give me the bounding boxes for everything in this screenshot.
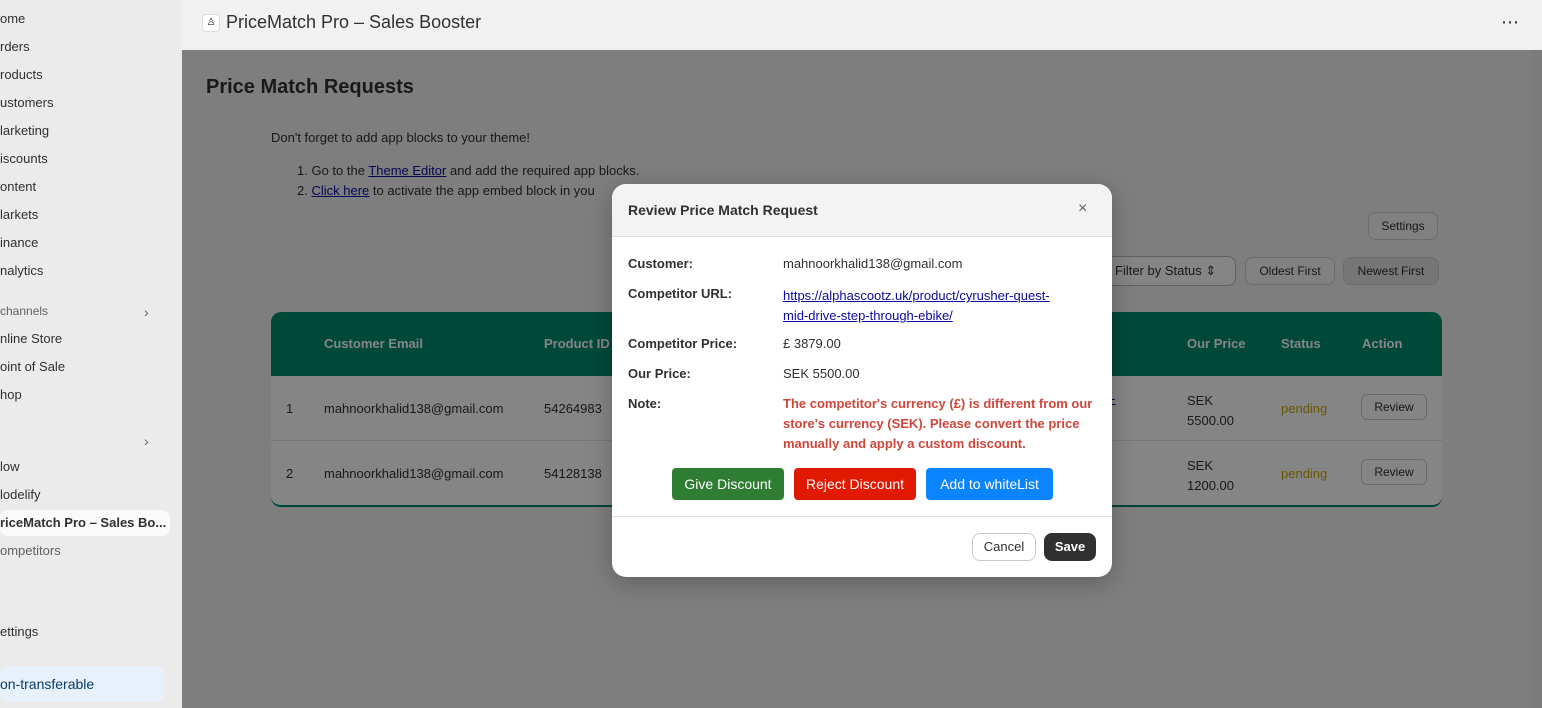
reject-discount-button[interactable]: Reject Discount: [794, 468, 916, 500]
app-title: PriceMatch Pro – Sales Booster: [226, 12, 482, 32]
sidebar-item-marketing[interactable]: larketing: [0, 119, 170, 143]
plan-banner[interactable]: on-transferable: [0, 666, 164, 702]
sidebar-item-products[interactable]: roducts: [0, 63, 170, 87]
sidebar-item-flow[interactable]: low: [0, 455, 170, 479]
more-options-icon[interactable]: ⋯: [1501, 12, 1520, 33]
save-button[interactable]: Save: [1044, 533, 1096, 561]
sidebar-item-settings[interactable]: ettings: [0, 620, 170, 644]
our-price-value: SEK 5500.00: [783, 366, 860, 381]
sidebar-item-content[interactable]: ontent: [0, 175, 170, 199]
chevron-right-icon[interactable]: ›: [144, 434, 156, 448]
competitor-price-value: £ 3879.00: [783, 336, 841, 351]
sidebar-item-markets[interactable]: larkets: [0, 203, 170, 227]
sidebar-item-shop[interactable]: hop: [0, 383, 170, 407]
customer-label: Customer:: [628, 256, 694, 271]
close-icon[interactable]: ×: [1078, 200, 1087, 218]
competitor-price-label: Competitor Price:: [628, 336, 738, 351]
add-to-whitelist-button[interactable]: Add to whiteList: [926, 468, 1053, 500]
modal-footer-divider: [612, 516, 1112, 517]
sidebar-item-home[interactable]: ome: [0, 7, 170, 31]
sidebar-item-customers[interactable]: ustomers: [0, 91, 170, 115]
give-discount-button[interactable]: Give Discount: [672, 468, 784, 500]
competitor-url-label: Competitor URL:: [628, 286, 732, 301]
sidebar-item-point-of-sale[interactable]: oint of Sale: [0, 355, 170, 379]
sidebar-item-pricematch[interactable]: riceMatch Pro – Sales Bo...: [0, 510, 170, 536]
sidebar-item-competitors[interactable]: ompetitors: [0, 539, 170, 563]
cancel-button[interactable]: Cancel: [972, 533, 1036, 561]
sidebar-item-modelify[interactable]: lodelify: [0, 483, 170, 507]
our-price-label: Our Price:: [628, 366, 691, 381]
chevron-right-icon[interactable]: ›: [144, 305, 156, 319]
currency-warning: The competitor's currency (£) is differe…: [783, 396, 1093, 451]
sidebar-item-finance[interactable]: inance: [0, 231, 170, 255]
sidebar-item-online-store[interactable]: nline Store: [0, 327, 170, 351]
sales-channels-heading: channels: [0, 304, 49, 318]
app-topbar: ♙ PriceMatch Pro – Sales Booster ⋯: [182, 0, 1542, 50]
competitor-url-link[interactable]: https://alphascootz.uk/product/cyrusher-…: [783, 286, 1050, 326]
app-logo-icon: ♙: [202, 14, 220, 32]
modal-title: Review Price Match Request: [628, 202, 818, 218]
note-label: Note:: [628, 396, 662, 411]
competitor-url-line-2[interactable]: mid-drive-step-through-ebike/: [783, 308, 953, 323]
sidebar-item-analytics[interactable]: nalytics: [0, 259, 170, 283]
review-modal: Review Price Match Request × Customer: m…: [612, 184, 1112, 577]
modal-header: Review Price Match Request ×: [612, 184, 1112, 237]
competitor-url-line-1[interactable]: https://alphascootz.uk/product/cyrusher-…: [783, 288, 1050, 303]
customer-value: mahnoorkhalid138@gmail.com: [783, 256, 963, 271]
sidebar-item-discounts[interactable]: iscounts: [0, 147, 170, 171]
sidebar-item-orders[interactable]: rders: [0, 35, 170, 59]
sidebar: ome rders roducts ustomers larketing isc…: [0, 0, 182, 708]
